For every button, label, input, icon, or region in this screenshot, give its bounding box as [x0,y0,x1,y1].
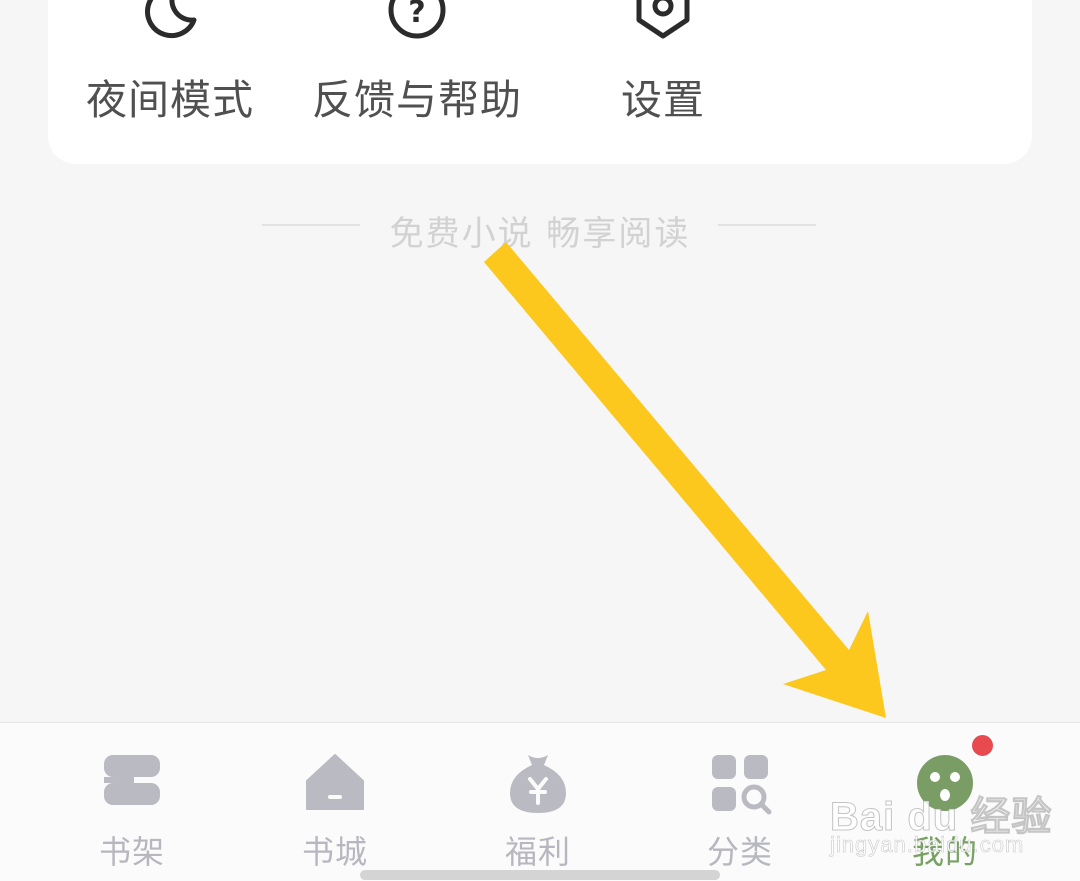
bookstore-house-icon [306,754,364,810]
tab-label: 分类 [706,833,773,871]
tab-bookshelf[interactable]: 书架 [32,723,232,881]
tab-mine[interactable]: 我的 [845,723,1045,881]
profile-avatar-icon [917,755,973,811]
tool-settings[interactable]: 设置 [543,0,783,124]
tab-label: 书架 [98,833,165,871]
gear-icon [636,0,690,39]
bottom-tab-bar: 书架 书城 福利 分类 我的 [0,722,1080,881]
tab-category[interactable]: 分类 [640,723,840,881]
svg-text:?: ? [408,0,425,30]
moon-icon [145,0,197,39]
money-bag-icon [510,755,566,813]
tab-welfare[interactable]: 福利 [438,723,638,881]
tool-night-mode[interactable]: 夜间模式 [50,0,290,124]
tab-bookstore[interactable]: 书城 [235,723,435,881]
slogan-row: 免费小说 畅享阅读 [0,200,1080,256]
tool-feedback-help[interactable]: ? 反馈与帮助 [297,0,537,124]
tool-label: 夜间模式 [86,76,254,124]
notification-badge [970,733,995,758]
category-grid-icon [712,755,772,815]
slogan-divider-right [718,224,816,226]
question-circle-icon: ? [388,0,446,39]
tool-label: 反馈与帮助 [312,76,522,124]
slogan-text: 免费小说 畅享阅读 [389,214,691,254]
tab-label: 书城 [301,833,368,871]
tab-label: 我的 [911,833,978,871]
tools-card: 夜间模式 ? 反馈与帮助 设置 [48,0,1032,164]
bookshelf-icon [104,755,160,805]
home-indicator [360,870,720,880]
tool-label: 设置 [621,76,705,124]
tab-label: 福利 [504,833,571,871]
